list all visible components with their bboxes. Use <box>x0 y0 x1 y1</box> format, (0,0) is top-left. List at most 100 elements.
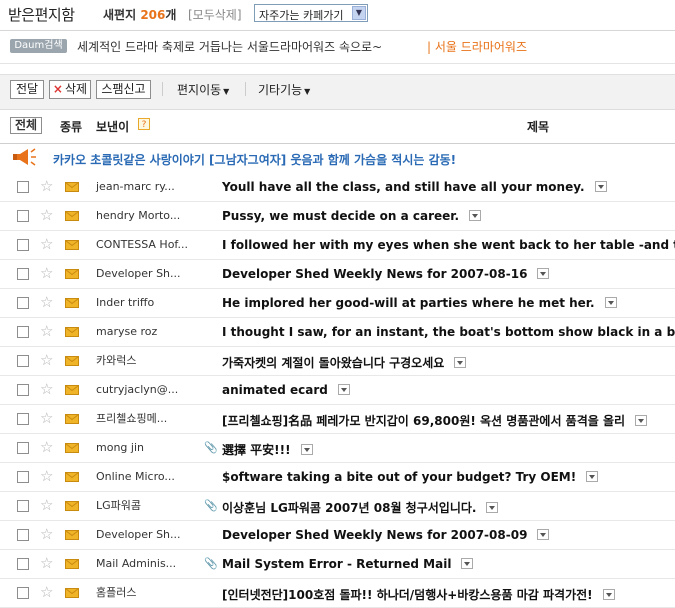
mail-subject[interactable]: 가죽자켓의 계절이 돌아왔습니다 구경오세요 <box>222 354 467 371</box>
spam-report-button[interactable]: 스팸신고 <box>96 80 151 99</box>
mail-row[interactable]: ☆ hendry Morto... Pussy, we must decide on… <box>0 202 675 231</box>
star-icon[interactable]: ☆ <box>40 351 53 369</box>
more-functions-menu[interactable]: 기타기능 ▼ <box>258 81 310 98</box>
mail-subject[interactable]: 이상훈님 LG파워콤 2007년 08월 청구서입니다. <box>222 499 499 516</box>
preview-dropdown-icon[interactable] <box>602 589 615 600</box>
mail-checkbox[interactable] <box>17 268 29 280</box>
mail-row[interactable]: ☆ Mail Adminis... 📎 Mail System Error - Ret… <box>0 550 675 579</box>
mail-subject[interactable]: $oftware taking a bite out of your budge… <box>222 470 599 484</box>
mail-checkbox[interactable] <box>17 471 29 483</box>
cafe-select[interactable]: 자주가는 카페가기 ▼ <box>254 4 368 22</box>
mail-sender[interactable]: Inder triffo <box>96 296 192 310</box>
mail-checkbox[interactable] <box>17 442 29 454</box>
mail-row[interactable]: ☆ cutryjaclyn@... animated ecard <box>0 376 675 405</box>
forward-button[interactable]: 전달 <box>10 80 44 99</box>
delete-button[interactable]: × 삭제 <box>49 80 91 99</box>
mail-row[interactable]: ☆ 홈플러스 [인터넷전단]100호점 돌파!! 하나더/덤행사+바캉스용품 마감 … <box>0 579 675 608</box>
mail-sender[interactable]: Mail Adminis... <box>96 557 192 571</box>
mail-sender[interactable]: 홈플러스 <box>96 586 192 600</box>
star-icon[interactable]: ☆ <box>40 496 53 514</box>
star-icon[interactable]: ☆ <box>40 235 53 253</box>
mail-sender[interactable]: Online Micro... <box>96 470 192 484</box>
star-icon[interactable]: ☆ <box>40 438 53 456</box>
mail-subject[interactable]: animated ecard <box>222 383 350 397</box>
mail-subject[interactable]: Developer Shed Weekly News for 2007-08-0… <box>222 528 550 542</box>
preview-dropdown-icon[interactable] <box>537 529 550 540</box>
preview-dropdown-icon[interactable] <box>594 181 607 192</box>
mail-subject[interactable]: Pussy, we must decide on a career. <box>222 209 482 223</box>
mail-checkbox[interactable] <box>17 587 29 599</box>
mail-checkbox[interactable] <box>17 210 29 222</box>
preview-dropdown-icon[interactable] <box>586 471 599 482</box>
mail-sender[interactable]: jean-marc ry... <box>96 180 192 194</box>
ad-link[interactable]: | 서울 드라마어워즈 <box>427 38 527 55</box>
select-all-button[interactable]: 전체 <box>10 117 42 134</box>
mail-subject[interactable]: Mail System Error - Returned Mail <box>222 557 474 571</box>
mail-checkbox[interactable] <box>17 384 29 396</box>
mail-sender[interactable]: cutryjaclyn@... <box>96 383 192 397</box>
help-icon[interactable]: ? <box>138 118 150 130</box>
mail-row[interactable]: ☆ jean-marc ry... Youll have all the class… <box>0 173 675 202</box>
preview-dropdown-icon[interactable] <box>300 444 313 455</box>
mail-subject[interactable]: [프리첼쇼핑]名品 페레가모 반지갑이 69,800원! 옥션 명품관에서 품격… <box>222 412 648 429</box>
star-icon[interactable]: ☆ <box>40 293 53 311</box>
mail-checkbox[interactable] <box>17 355 29 367</box>
mail-sender[interactable]: maryse roz <box>96 325 192 339</box>
mail-subject[interactable]: [인터넷전단]100호점 돌파!! 하나더/덤행사+바캉스용품 마감 파격가전! <box>222 586 615 603</box>
mail-row[interactable]: ☆ Developer Sh... Developer Shed Weekly Ne… <box>0 260 675 289</box>
mail-row[interactable]: ☆ Inder triffo He implored her good-will a… <box>0 289 675 318</box>
preview-dropdown-icon[interactable] <box>635 415 648 426</box>
preview-dropdown-icon[interactable] <box>469 210 482 221</box>
column-sender[interactable]: 보낸이 <box>96 118 129 135</box>
delete-all-link[interactable]: [모두삭제] <box>188 6 242 23</box>
mail-checkbox[interactable] <box>17 239 29 251</box>
mail-sender[interactable]: 프리첼쇼핑메... <box>96 412 192 426</box>
mail-checkbox[interactable] <box>17 558 29 570</box>
mail-subject[interactable]: I followed her with my eyes when she wen… <box>222 238 675 252</box>
mail-row[interactable]: ☆ mong jin 📎 選擇 平安!!! <box>0 434 675 463</box>
ad-text[interactable]: 세계적인 드라마 축제로 거듭나는 서울드라마어워즈 속으로~ <box>77 38 382 55</box>
mail-row[interactable]: ☆ 프리첼쇼핑메... [프리첼쇼핑]名品 페레가모 반지갑이 69,800원! 옥… <box>0 405 675 434</box>
mail-subject[interactable]: I thought I saw, for an instant, the boa… <box>222 325 675 339</box>
mail-sender[interactable]: mong jin <box>96 441 192 455</box>
preview-dropdown-icon[interactable] <box>537 268 550 279</box>
star-icon[interactable]: ☆ <box>40 467 53 485</box>
mail-checkbox[interactable] <box>17 529 29 541</box>
star-icon[interactable]: ☆ <box>40 583 53 601</box>
star-icon[interactable]: ☆ <box>40 177 53 195</box>
star-icon[interactable]: ☆ <box>40 322 53 340</box>
mail-checkbox[interactable] <box>17 413 29 425</box>
mail-subject[interactable]: Youll have all the class, and still have… <box>222 180 607 194</box>
star-icon[interactable]: ☆ <box>40 264 53 282</box>
star-icon[interactable]: ☆ <box>40 525 53 543</box>
daum-search-badge[interactable]: Daum검색 <box>10 39 67 53</box>
star-icon[interactable]: ☆ <box>40 554 53 572</box>
mail-sender[interactable]: hendry Morto... <box>96 209 192 223</box>
mail-checkbox[interactable] <box>17 297 29 309</box>
preview-dropdown-icon[interactable] <box>461 558 474 569</box>
star-icon[interactable]: ☆ <box>40 409 53 427</box>
preview-dropdown-icon[interactable] <box>337 384 350 395</box>
mail-sender[interactable]: 카와럭스 <box>96 354 192 368</box>
preview-dropdown-icon[interactable] <box>454 357 467 368</box>
preview-dropdown-icon[interactable] <box>486 502 499 513</box>
mail-row[interactable]: ☆ 카와럭스 가죽자켓의 계절이 돌아왔습니다 구경오세요 <box>0 347 675 376</box>
mail-sender[interactable]: Developer Sh... <box>96 267 192 281</box>
move-mail-menu[interactable]: 편지이동 ▼ <box>177 81 229 98</box>
mail-subject[interactable]: 選擇 平安!!! <box>222 441 313 458</box>
mail-sender[interactable]: Developer Sh... <box>96 528 192 542</box>
new-mail-count[interactable]: 새편지 206개 <box>103 6 176 23</box>
mail-row[interactable]: ☆ Developer Sh... Developer Shed Weekly Ne… <box>0 521 675 550</box>
mail-row[interactable]: ☆ maryse roz I thought I saw, for an insta… <box>0 318 675 347</box>
mail-row[interactable]: ☆ LG파워콤 📎 이상훈님 LG파워콤 2007년 08월 청구서입니다. <box>0 492 675 521</box>
preview-dropdown-icon[interactable] <box>604 297 617 308</box>
mail-checkbox[interactable] <box>17 181 29 193</box>
mail-row[interactable]: ☆ CONTESSA Hof... I followed her with my e… <box>0 231 675 260</box>
column-subject[interactable]: 제목 <box>527 118 549 135</box>
mail-sender[interactable]: CONTESSA Hof... <box>96 238 192 252</box>
promo-banner[interactable]: 카카오 초콜릿같은 사랑이야기 [그남자그여자] 웃음과 함께 가슴을 적시는 … <box>53 151 456 168</box>
mail-subject[interactable]: He implored her good-will at parties whe… <box>222 296 617 310</box>
star-icon[interactable]: ☆ <box>40 206 53 224</box>
mail-checkbox[interactable] <box>17 326 29 338</box>
star-icon[interactable]: ☆ <box>40 380 53 398</box>
